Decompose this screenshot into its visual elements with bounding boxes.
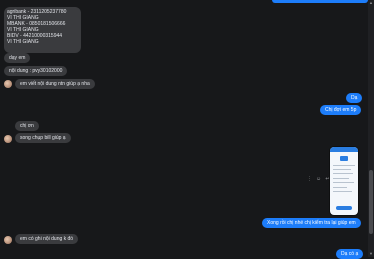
bank-logo	[340, 156, 348, 161]
message-incoming: nội dung : pvy30102000	[4, 66, 68, 76]
app-header	[330, 147, 358, 152]
message-incoming: song chụp bill giúp ạ	[15, 133, 71, 143]
message-actions: ⋮ ☺ ↩	[307, 176, 330, 182]
detail-line	[333, 182, 354, 183]
contact-avatar[interactable]	[4, 80, 12, 88]
bill-screenshot-image[interactable]	[329, 146, 359, 216]
scrollbar-thumb[interactable]	[369, 170, 373, 234]
message-incoming: dạy em	[4, 53, 31, 63]
message-bank-accounts: agribank - 2311205237780 VI THI GIANG MB…	[4, 7, 81, 53]
message-outgoing: Dạ có ạ	[336, 249, 364, 259]
detail-line	[333, 165, 355, 166]
chat-scrollbar[interactable]: ▲ ▼	[368, 0, 374, 257]
message-incoming: chị ơn	[15, 121, 39, 131]
detail-line	[333, 169, 351, 170]
confirm-button-shape	[336, 206, 352, 210]
message-outgoing: Dạ	[346, 93, 363, 103]
detail-line	[333, 173, 353, 174]
emoji-icon[interactable]: ☺	[316, 176, 321, 182]
detail-line	[333, 178, 349, 179]
detail-line	[333, 191, 352, 192]
phone-screen	[330, 147, 358, 215]
contact-avatar[interactable]	[4, 236, 12, 244]
message-outgoing: Xong rồi chị nhé chị kiểm tra lại giúp e…	[262, 218, 361, 228]
contact-avatar[interactable]	[4, 135, 12, 143]
previous-outgoing-bubble-edge	[272, 0, 368, 3]
more-icon[interactable]: ⋮	[307, 176, 312, 182]
message-incoming: em viết nội dung ntn giúp ạ nha	[15, 79, 95, 89]
detail-line	[333, 187, 347, 188]
message-incoming: em có ghi nội dung k đó	[15, 234, 79, 244]
message-line: VI THI GIANG	[7, 39, 39, 45]
message-outgoing: Chị đợi em 5p	[320, 105, 362, 115]
scroll-up-icon[interactable]: ▲	[369, 1, 373, 5]
scroll-down-icon[interactable]: ▼	[369, 252, 373, 256]
